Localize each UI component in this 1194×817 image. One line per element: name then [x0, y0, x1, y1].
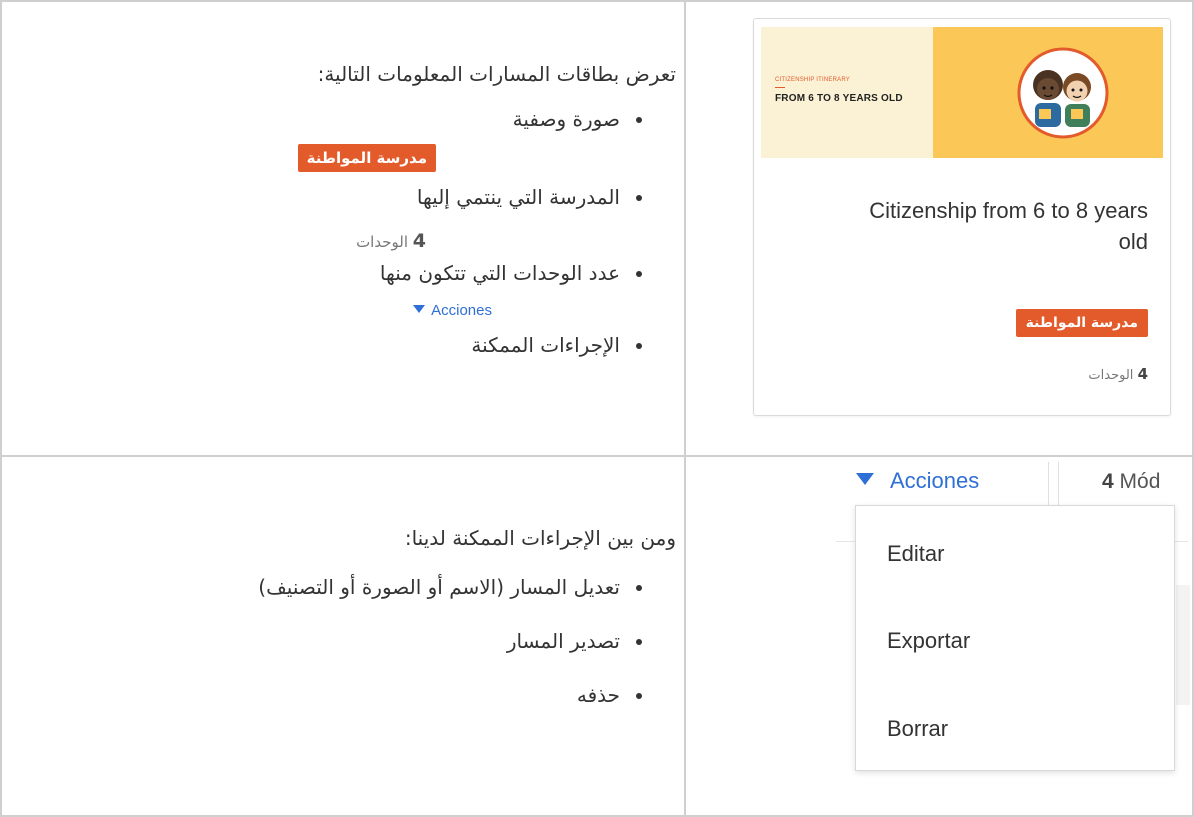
actions-list: تعديل المسار (الاسم أو الصورة أو التصنيف…: [36, 572, 676, 710]
units-count-example: 4 الوحدات: [356, 226, 426, 257]
bullet-icon: [636, 585, 642, 591]
list-item: تعديل المسار (الاسم أو الصورة أو التصنيف…: [36, 572, 676, 602]
background-block: [1176, 585, 1190, 705]
card-title[interactable]: Citizenship from 6 to 8 years old: [848, 195, 1148, 257]
menu-item-export[interactable]: Exportar: [887, 628, 970, 654]
list-item: 4 الوحدات عدد الوحدات التي تتكون منها: [36, 230, 676, 290]
units-count: 4: [1137, 365, 1148, 383]
units-label: الوحدات: [356, 233, 408, 251]
list-item-text: حذفه: [576, 683, 620, 707]
cover-rule: [775, 87, 785, 88]
actions-dropdown-button[interactable]: Acciones: [856, 468, 979, 494]
bullet-icon: [636, 195, 642, 201]
bullet-icon: [636, 639, 642, 645]
menu-item-edit[interactable]: Editar: [887, 541, 944, 567]
list-item: صورة وصفية: [36, 104, 676, 146]
cover-kicker: CITIZENSHIP ITINERARY: [775, 77, 850, 83]
actions-intro: ومن بين الإجراءات الممكنة لدينا:: [404, 526, 676, 550]
units-count: 4: [412, 230, 426, 252]
list-item-text: عدد الوحدات التي تتكون منها: [379, 261, 620, 285]
modules-label: Mód: [1119, 470, 1161, 493]
bullet-icon: [636, 271, 642, 277]
actions-description: ومن بين الإجراءات الممكنة لدينا: تعديل ا…: [36, 522, 676, 734]
itinerary-card[interactable]: CITIZENSHIP ITINERARY FROM 6 TO 8 YEARS …: [753, 18, 1171, 416]
bullet-icon: [636, 693, 642, 699]
list-item-text: المدرسة التي ينتمي إليها: [416, 185, 620, 209]
list-item-text: تعديل المسار (الاسم أو الصورة أو التصنيف…: [258, 575, 620, 599]
actions-example: Acciones: [413, 296, 492, 326]
menu-item-delete[interactable]: Borrar: [887, 716, 948, 742]
list-item: تصدير المسار: [36, 626, 676, 656]
list-item-text: الإجراءات الممكنة: [471, 333, 620, 357]
list-item-text: تصدير المسار: [506, 629, 620, 653]
modules-number: 4: [1102, 470, 1114, 493]
school-badge[interactable]: مدرسة المواطنة: [1015, 309, 1148, 337]
list-item: حذفه: [36, 680, 676, 710]
card-footer-bar: Acciones 4 Mód: [830, 456, 1192, 512]
school-badge-example: مدرسة المواطنة: [297, 144, 436, 172]
caret-down-icon: [856, 473, 874, 485]
card-info-description: تعرض بطاقات المسارات المعلومات التالية: …: [36, 58, 676, 362]
actions-dropdown-menu: Editar Exportar Borrar: [855, 505, 1175, 771]
actions-label: Acciones: [431, 302, 492, 319]
children-illustration-icon: [1017, 47, 1109, 139]
bullet-icon: [636, 343, 642, 349]
list-item: مدرسة المواطنة المدرسة التي ينتمي إليها: [36, 144, 676, 214]
card-cover-image: CITIZENSHIP ITINERARY FROM 6 TO 8 YEARS …: [761, 27, 1163, 158]
list-item: Acciones الإجراءات الممكنة: [36, 302, 676, 362]
card-info-list: صورة وصفية مدرسة المواطنة المدرسة التي ي…: [36, 104, 676, 362]
bullet-icon: [636, 117, 642, 123]
units-label: الوحدات: [1088, 368, 1134, 383]
caret-down-icon: [413, 305, 426, 313]
units-count-label: 4 الوحدات: [1088, 365, 1148, 383]
modules-count: 4 Mód: [1102, 470, 1160, 494]
table-column-divider: [684, 0, 686, 817]
list-item-text: صورة وصفية: [512, 107, 620, 131]
card-info-intro: تعرض بطاقات المسارات المعلومات التالية:: [317, 62, 676, 86]
actions-label: Acciones: [890, 468, 980, 493]
cover-title: FROM 6 TO 8 YEARS OLD: [775, 93, 903, 104]
